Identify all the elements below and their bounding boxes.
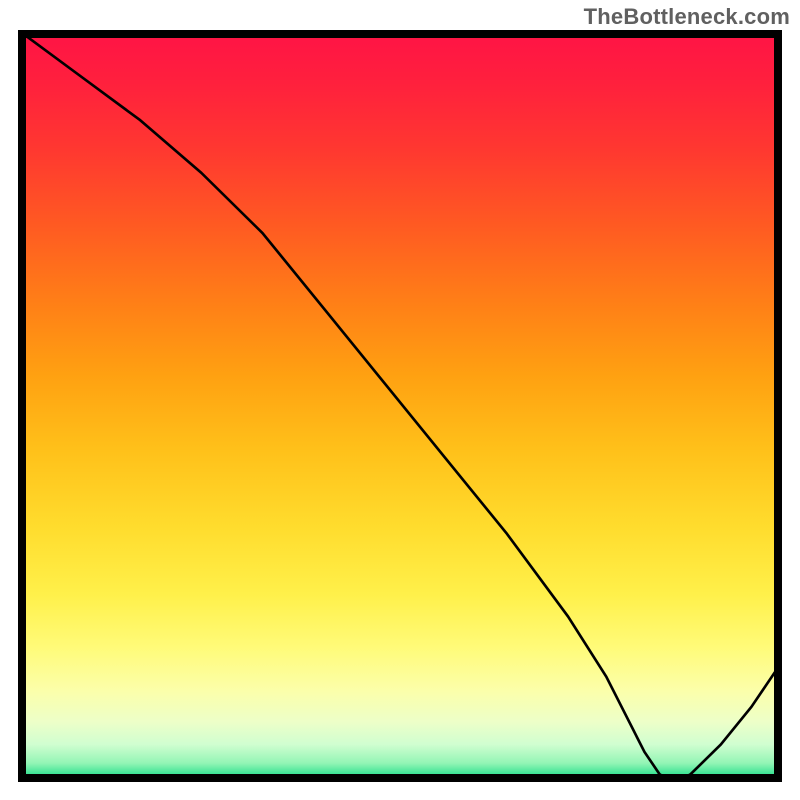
- plot-svg: [18, 30, 782, 782]
- watermark-text: TheBottleneck.com: [584, 4, 790, 30]
- plot-area: [18, 30, 782, 782]
- bottleneck-chart: TheBottleneck.com: [0, 0, 800, 800]
- bottleneck-curve-line: [18, 30, 782, 782]
